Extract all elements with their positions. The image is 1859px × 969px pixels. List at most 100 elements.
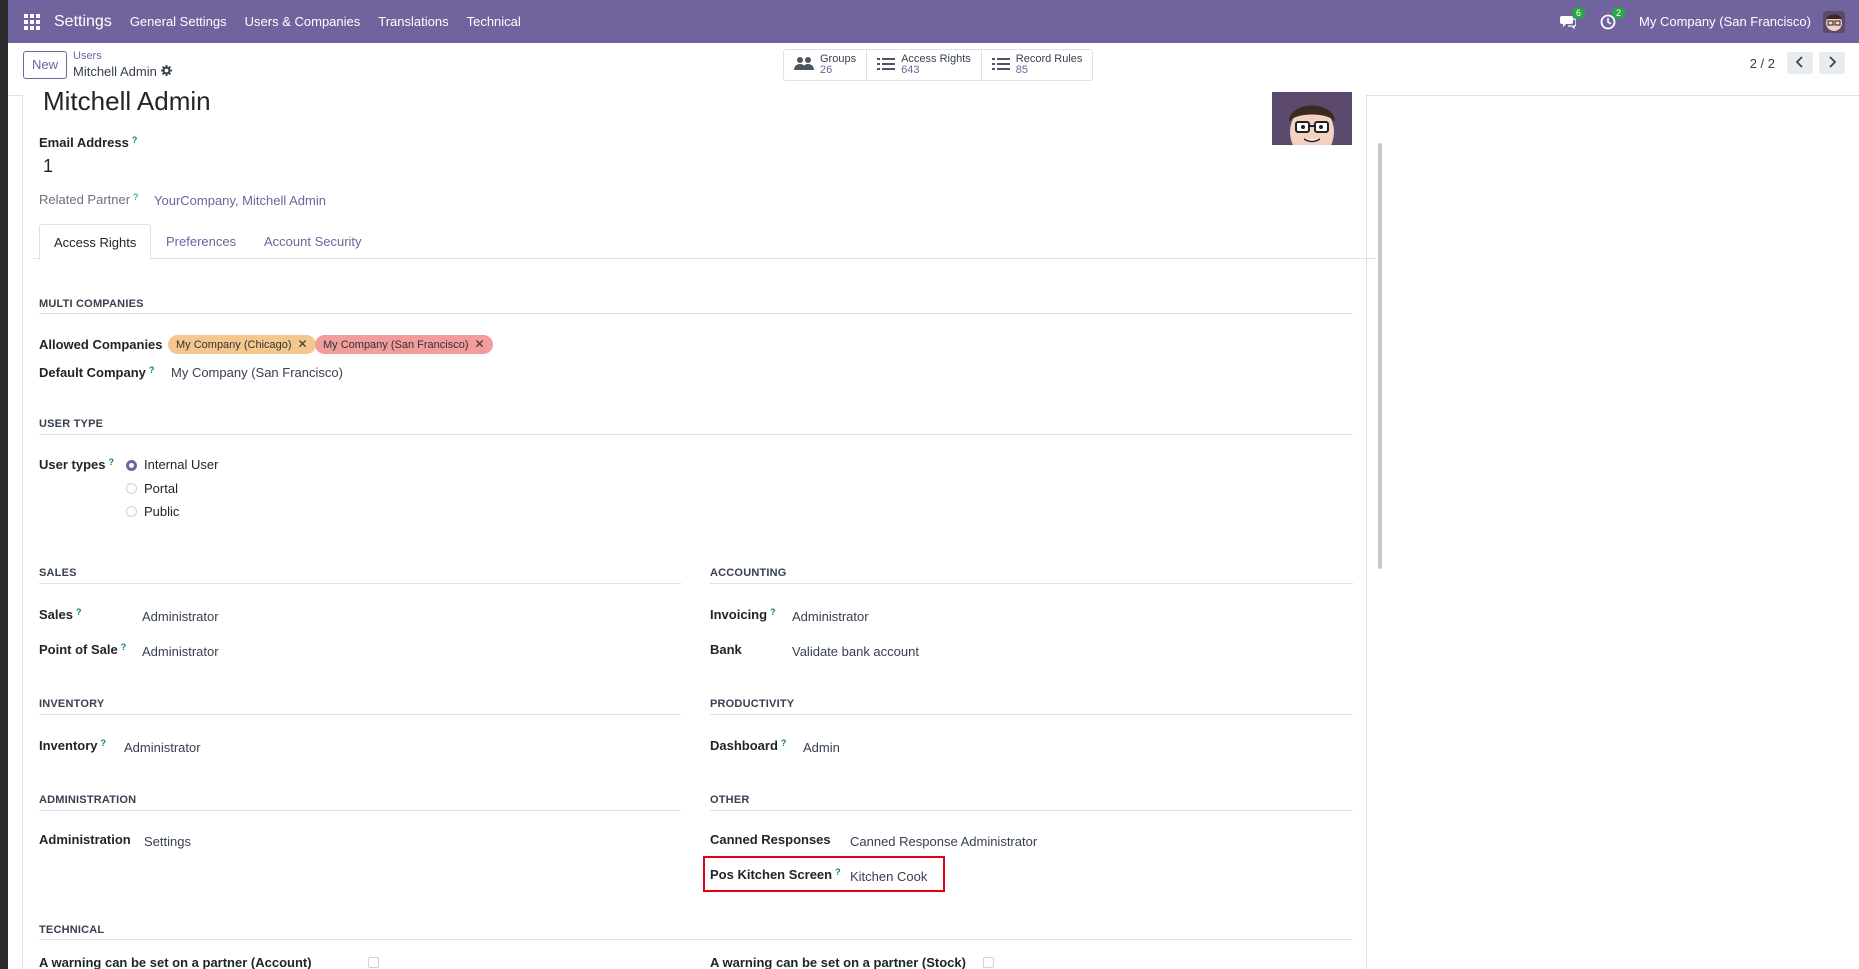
breadcrumb: Users Mitchell Admin xyxy=(73,50,172,79)
radio-portal[interactable] xyxy=(126,483,137,494)
pager: 2 / 2 xyxy=(1750,52,1845,74)
activities-count-badge: 2 xyxy=(1612,6,1626,19)
point-of-sale-field[interactable]: Administrator xyxy=(142,644,219,659)
separator-line xyxy=(39,434,1353,435)
canned-responses-label: Canned Responses xyxy=(710,832,831,847)
gear-icon[interactable] xyxy=(160,64,172,79)
bank-field[interactable]: Validate bank account xyxy=(792,644,919,659)
vertical-scrollbar[interactable] xyxy=(1378,143,1382,569)
help-icon[interactable]: ? xyxy=(781,738,787,748)
separator-line xyxy=(710,583,1353,584)
related-partner-link[interactable]: YourCompany, Mitchell Admin xyxy=(154,193,326,208)
groups-stat-value: 26 xyxy=(820,64,833,76)
list-icon xyxy=(991,57,1010,74)
sales-heading: SALES xyxy=(39,567,77,579)
app-brand[interactable]: Settings xyxy=(54,13,112,31)
app-screen: Settings General Settings Users & Compan… xyxy=(8,0,1859,969)
list-icon xyxy=(877,57,896,74)
form-tabs: Access Rights Preferences Account Securi… xyxy=(33,224,1377,260)
record-rules-stat-value: 85 xyxy=(1015,64,1029,76)
chevron-left-icon xyxy=(1795,55,1804,71)
administration-heading: ADMINISTRATION xyxy=(39,794,137,806)
warning-account-label: A warning can be set on a partner (Accou… xyxy=(39,955,312,969)
new-button[interactable]: New xyxy=(23,51,68,79)
separator-line xyxy=(710,714,1353,715)
separator-line xyxy=(39,939,1353,940)
user-name-field[interactable]: Mitchell Admin xyxy=(43,86,211,117)
apps-menu-icon[interactable] xyxy=(24,13,40,30)
company-tag-chicago[interactable]: My Company (Chicago) ✕ xyxy=(168,335,316,354)
radio-public[interactable] xyxy=(126,506,137,517)
menu-general-settings[interactable]: General Settings xyxy=(130,14,227,29)
tab-preferences[interactable]: Preferences xyxy=(152,224,250,258)
administration-label: Administration xyxy=(39,832,131,847)
record-rules-stat-button[interactable]: Record Rules 85 xyxy=(982,50,1093,80)
user-avatar[interactable] xyxy=(1823,10,1845,33)
user-type-heading: USER TYPE xyxy=(39,418,104,430)
separator-line xyxy=(710,810,1353,811)
email-label: Email Address? xyxy=(39,135,138,150)
help-icon[interactable]: ? xyxy=(770,607,776,617)
allowed-companies-label: Allowed Companies xyxy=(39,337,163,352)
help-icon[interactable]: ? xyxy=(108,457,114,467)
pager-previous-button[interactable] xyxy=(1787,52,1813,74)
email-field[interactable]: 1 xyxy=(43,156,53,177)
help-icon[interactable]: ? xyxy=(76,607,82,617)
inventory-label: Inventory? xyxy=(39,738,107,753)
inventory-field[interactable]: Administrator xyxy=(124,740,201,755)
breadcrumb-users-link[interactable]: Users xyxy=(73,50,172,62)
dashboard-field[interactable]: Admin xyxy=(803,740,840,755)
menu-technical[interactable]: Technical xyxy=(467,14,521,29)
technical-heading: TECHNICAL xyxy=(39,924,105,936)
help-icon[interactable]: ? xyxy=(133,192,138,202)
access-rights-stat-button[interactable]: Access Rights 643 xyxy=(867,50,982,80)
related-partner-label: Related Partner? xyxy=(39,192,139,207)
invoicing-label: Invoicing? xyxy=(710,607,776,622)
company-tag-san-francisco[interactable]: My Company (San Francisco) ✕ xyxy=(315,335,493,354)
other-heading: OTHER xyxy=(710,794,750,806)
help-icon[interactable]: ? xyxy=(121,642,127,652)
sales-field[interactable]: Administrator xyxy=(142,609,219,624)
default-company-label: Default Company? xyxy=(39,365,155,380)
warning-account-checkbox[interactable] xyxy=(368,957,379,968)
separator-line xyxy=(39,583,681,584)
highlight-box xyxy=(703,856,945,892)
messages-count-badge: 6 xyxy=(1572,6,1586,19)
help-icon[interactable]: ? xyxy=(132,135,138,145)
multi-companies-heading: MULTI COMPANIES xyxy=(39,298,144,310)
invoicing-field[interactable]: Administrator xyxy=(792,609,869,624)
canned-responses-field[interactable]: Canned Response Administrator xyxy=(850,834,1037,849)
help-icon[interactable]: ? xyxy=(101,738,107,748)
menu-users-companies[interactable]: Users & Companies xyxy=(245,14,361,29)
top-navbar: Settings General Settings Users & Compan… xyxy=(8,0,1859,43)
company-switcher[interactable]: My Company (San Francisco) xyxy=(1639,14,1811,29)
chevron-right-icon xyxy=(1828,55,1837,71)
user-photo[interactable] xyxy=(1272,92,1352,145)
messages-icon[interactable]: 6 xyxy=(1559,6,1586,31)
administration-field[interactable]: Settings xyxy=(144,834,191,849)
bank-label: Bank xyxy=(710,642,742,657)
users-icon xyxy=(794,56,814,75)
pager-value[interactable]: 2 / 2 xyxy=(1750,56,1775,71)
groups-stat-button[interactable]: Groups 26 xyxy=(784,50,868,80)
accounting-heading: ACCOUNTING xyxy=(710,567,787,579)
activities-icon[interactable]: 2 xyxy=(1599,6,1626,31)
user-types-label: User types? xyxy=(39,457,114,472)
control-panel: New Users Mitchell Admin Groups 26 Acces… xyxy=(8,43,1859,96)
tab-access-rights[interactable]: Access Rights xyxy=(39,224,152,260)
default-company-field[interactable]: My Company (San Francisco) xyxy=(171,365,343,380)
radio-internal-user[interactable] xyxy=(126,460,137,471)
radio-internal-user-label[interactable]: Internal User xyxy=(144,457,218,472)
close-icon[interactable]: ✕ xyxy=(475,337,485,351)
productivity-heading: PRODUCTIVITY xyxy=(710,698,795,710)
menu-translations[interactable]: Translations xyxy=(378,14,448,29)
radio-portal-label[interactable]: Portal xyxy=(144,481,178,496)
separator-line xyxy=(39,313,1353,314)
pager-next-button[interactable] xyxy=(1819,52,1845,74)
help-icon[interactable]: ? xyxy=(149,365,155,375)
radio-public-label[interactable]: Public xyxy=(144,504,179,519)
tab-account-security[interactable]: Account Security xyxy=(250,224,376,258)
access-rights-stat-value: 643 xyxy=(901,64,920,76)
close-icon[interactable]: ✕ xyxy=(298,337,308,351)
warning-stock-checkbox[interactable] xyxy=(983,957,994,968)
